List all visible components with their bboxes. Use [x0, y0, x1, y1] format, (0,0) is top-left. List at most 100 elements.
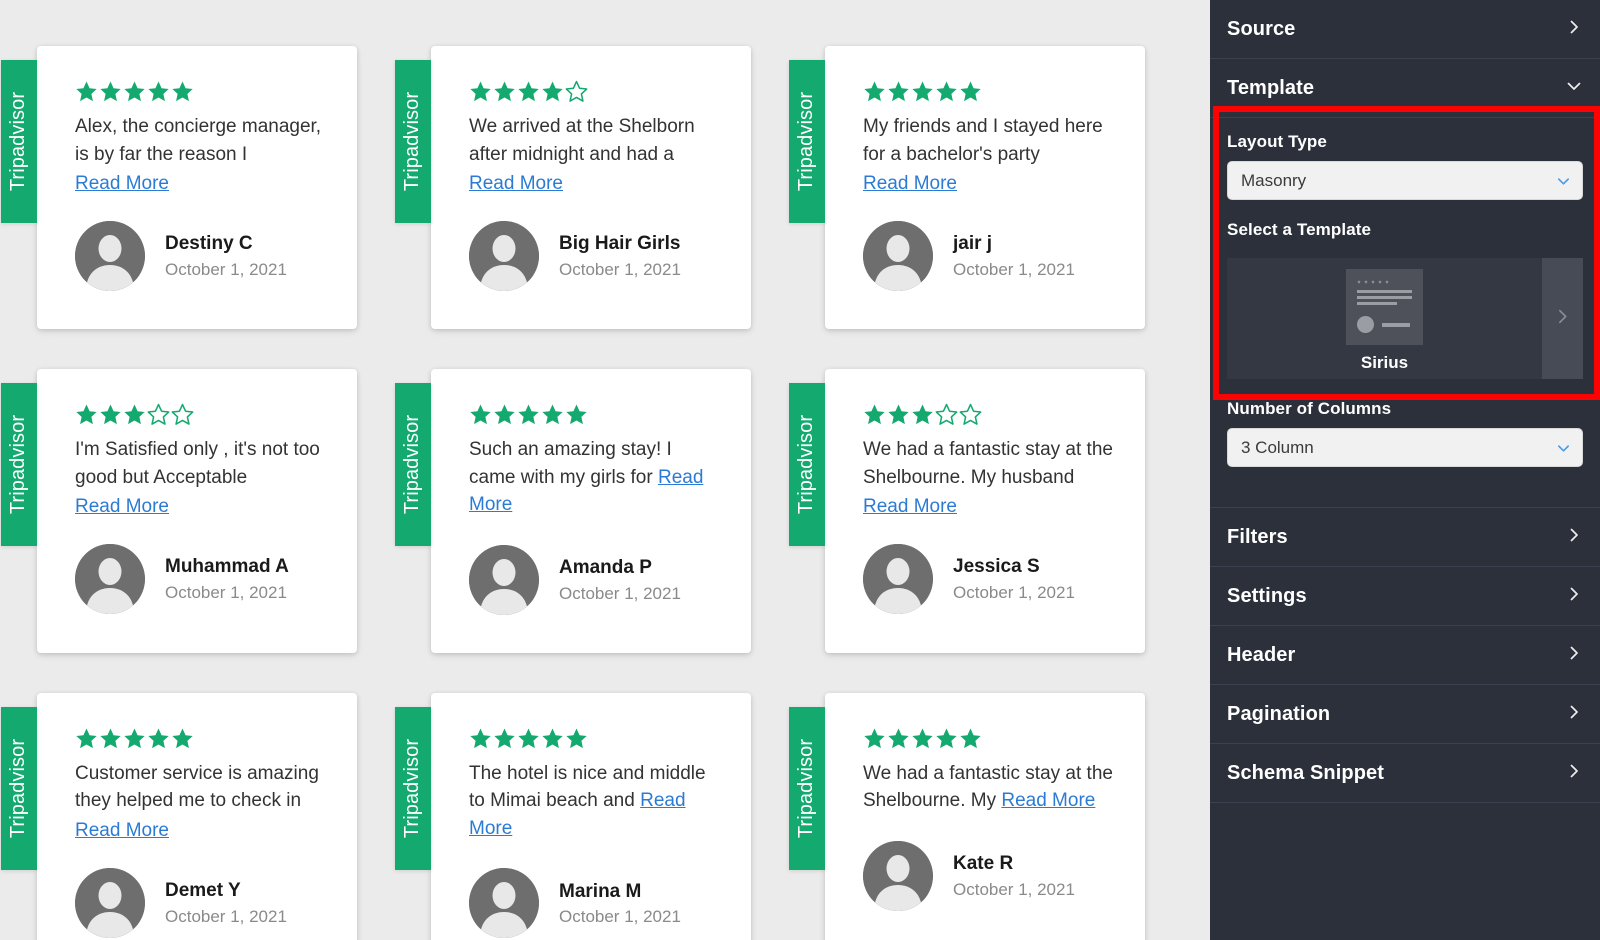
- review-source-badge: Tripadvisor: [789, 706, 825, 870]
- review-date: October 1, 2021: [953, 879, 1075, 899]
- star-filled-icon: [863, 403, 886, 426]
- carousel-next-button[interactable]: [1542, 258, 1583, 379]
- review-body-text: I'm Satisfied only , it's not too good b…: [75, 436, 327, 491]
- star-filled-icon: [887, 80, 910, 103]
- star-filled-icon: [565, 727, 588, 750]
- reviewer-name: Kate R: [953, 852, 1014, 874]
- accordion-label: Pagination: [1227, 702, 1331, 725]
- number-of-columns-select[interactable]: 3 Column: [1227, 428, 1583, 467]
- reviewer-block: Demet Y October 1, 2021: [75, 867, 327, 938]
- star-filled-icon: [887, 403, 910, 426]
- reviewer-meta: Marina M October 1, 2021: [559, 880, 681, 928]
- review-body-text: Such an amazing stay! I came with my gir…: [469, 436, 721, 519]
- star-empty-icon: [959, 403, 982, 426]
- chevron-right-icon: [1566, 704, 1582, 725]
- review-source-badge: Tripadvisor: [1, 383, 37, 547]
- review-source-badge: Tripadvisor: [1, 60, 37, 223]
- settings-sidebar: Source Template Layout Type Masonry Sele…: [1210, 0, 1600, 940]
- star-filled-icon: [565, 403, 588, 426]
- read-more-link[interactable]: Read More: [863, 496, 957, 518]
- review-source-badge: Tripadvisor: [789, 60, 825, 223]
- review-card-slot: Tripadvisor Customer service is amazing t…: [0, 692, 394, 940]
- thumbnail-avatar-icon: [1357, 316, 1374, 333]
- review-card: Tripadvisor My friends and I stayed here …: [789, 46, 1145, 330]
- review-body-text: My friends and I stayed here for a bache…: [863, 113, 1115, 168]
- avatar: [863, 544, 933, 615]
- reviewer-name: Destiny C: [165, 233, 253, 255]
- read-more-link[interactable]: Read More: [469, 173, 563, 195]
- layout-type-select[interactable]: Masonry: [1227, 161, 1583, 200]
- chevron-right-icon: [1566, 645, 1582, 666]
- rating-stars: [75, 727, 327, 750]
- reviewer-name: Big Hair Girls: [559, 233, 681, 255]
- accordion-filters[interactable]: Filters: [1210, 508, 1600, 567]
- template-thumbnail: [1346, 268, 1423, 345]
- review-source-label: Tripadvisor: [7, 91, 30, 192]
- read-more-link[interactable]: Read More: [863, 173, 957, 195]
- reviewer-block: Marina M October 1, 2021: [469, 868, 721, 939]
- read-more-wrap: Read More: [75, 170, 327, 195]
- star-filled-icon: [935, 80, 958, 103]
- rating-stars: [75, 80, 327, 103]
- read-more-link[interactable]: Read More: [1001, 790, 1095, 811]
- review-excerpt: Customer service is amazing they helped …: [75, 762, 319, 812]
- review-source-label: Tripadvisor: [401, 414, 424, 515]
- reviewer-meta: Muhammad A October 1, 2021: [165, 555, 289, 603]
- reviewer-meta: jair j October 1, 2021: [953, 232, 1075, 280]
- review-date: October 1, 2021: [165, 906, 287, 926]
- reviewer-block: Kate R October 1, 2021: [863, 840, 1115, 911]
- chevron-right-icon: [1566, 19, 1582, 40]
- layout-type-value: Masonry: [1241, 170, 1307, 190]
- star-filled-icon: [959, 80, 982, 103]
- review-body-text: Customer service is amazing they helped …: [75, 760, 327, 815]
- read-more-link[interactable]: Read More: [75, 820, 169, 842]
- avatar: [863, 840, 933, 911]
- accordion-pagination[interactable]: Pagination: [1210, 685, 1600, 744]
- star-filled-icon: [935, 727, 958, 750]
- review-source-badge: Tripadvisor: [395, 60, 431, 223]
- avatar: [75, 867, 145, 938]
- accordion-label: Header: [1227, 643, 1296, 666]
- read-more-wrap: Read More: [863, 170, 1115, 195]
- review-source-label: Tripadvisor: [401, 91, 424, 192]
- star-filled-icon: [123, 727, 146, 750]
- star-filled-icon: [75, 727, 98, 750]
- template-carousel: Sirius: [1227, 258, 1583, 379]
- star-filled-icon: [171, 727, 194, 750]
- star-filled-icon: [517, 727, 540, 750]
- star-filled-icon: [493, 403, 516, 426]
- star-filled-icon: [911, 80, 934, 103]
- reviews-masonry-grid: Tripadvisor Alex, the concierge manager, …: [0, 0, 1190, 940]
- thumbnail-stars-icon: [1357, 280, 1412, 284]
- review-excerpt: My friends and I stayed here for a bache…: [863, 116, 1103, 165]
- accordion-template[interactable]: Template: [1210, 59, 1600, 118]
- template-name: Sirius: [1360, 352, 1409, 372]
- reviewer-block: jair j October 1, 2021: [863, 221, 1115, 292]
- review-card-slot: Tripadvisor I'm Satisfied only , it's not…: [0, 369, 394, 693]
- avatar: [469, 221, 539, 292]
- reviewer-block: Amanda P October 1, 2021: [469, 544, 721, 615]
- rating-stars: [863, 80, 1115, 103]
- review-card: Tripadvisor We had a fantastic stay at th…: [789, 692, 1145, 940]
- template-option-sirius[interactable]: Sirius: [1227, 258, 1542, 379]
- accordion-source[interactable]: Source: [1210, 0, 1600, 59]
- star-filled-icon: [99, 727, 122, 750]
- review-card-slot: Tripadvisor Alex, the concierge manager, …: [0, 46, 394, 369]
- star-filled-icon: [493, 727, 516, 750]
- review-source-label: Tripadvisor: [795, 414, 818, 515]
- review-source-label: Tripadvisor: [401, 738, 424, 838]
- review-excerpt: Alex, the concierge manager, is by far t…: [75, 116, 322, 165]
- chevron-right-icon: [1566, 527, 1582, 548]
- accordion-template-label: Template: [1227, 76, 1315, 99]
- star-filled-icon: [99, 403, 122, 426]
- read-more-link[interactable]: Read More: [75, 496, 169, 518]
- accordion-schema-snippet[interactable]: Schema Snippet: [1210, 744, 1600, 803]
- read-more-link[interactable]: Read More: [75, 173, 169, 195]
- rating-stars: [863, 403, 1115, 426]
- star-filled-icon: [75, 403, 98, 426]
- accordion-header[interactable]: Header: [1210, 626, 1600, 685]
- accordion-settings[interactable]: Settings: [1210, 567, 1600, 626]
- review-source-label: Tripadvisor: [795, 738, 818, 838]
- review-date: October 1, 2021: [559, 259, 681, 279]
- reviewer-name: Demet Y: [165, 879, 241, 901]
